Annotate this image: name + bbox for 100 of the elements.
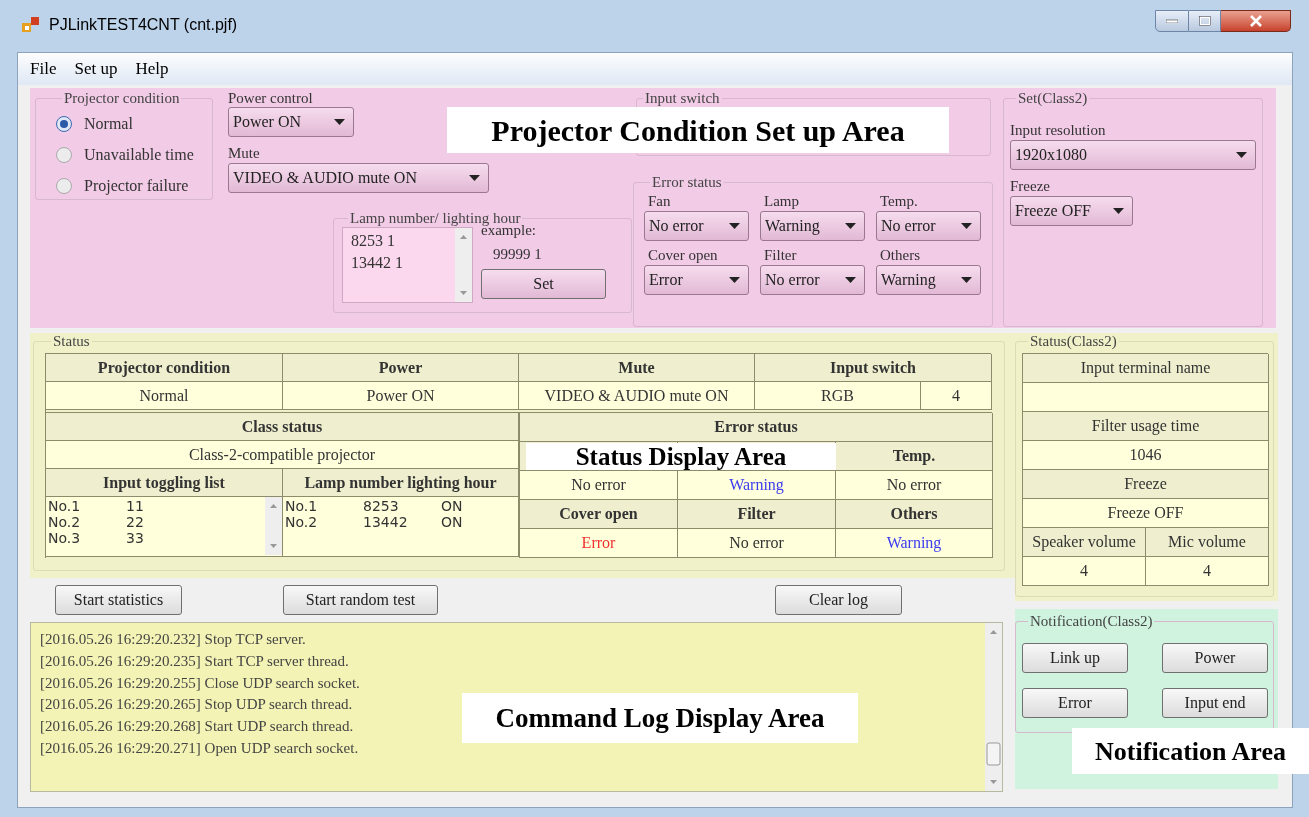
error-dropdown[interactable]: No error [644, 211, 749, 241]
text-line: 13442 1 [351, 253, 404, 273]
list-text: 33 [126, 530, 144, 546]
table-cell: VIDEO & AUDIO mute ON [519, 382, 755, 410]
action-button[interactable]: Start statistics [55, 585, 182, 615]
menu-item[interactable]: Help [131, 56, 173, 82]
lamp-text-area[interactable]: 8253 1 13442 1 [342, 227, 473, 303]
action-button[interactable]: Start random test [283, 585, 438, 615]
notification-button[interactable]: Link up [1022, 643, 1128, 673]
error-dropdown[interactable]: No error [876, 211, 981, 241]
column-header: Error status [520, 413, 993, 442]
table-cell: 4 [921, 382, 992, 410]
log-line: [2016.05.26 16:29:20.271] Open UDP search socket. [40, 739, 359, 758]
radio-button[interactable] [56, 147, 72, 163]
field-label: Lamp [764, 192, 800, 211]
field-label: Temp. [880, 192, 919, 211]
field-label: Freeze [1010, 177, 1051, 196]
column-header: Input terminal name [1023, 354, 1269, 383]
caret-icon [1236, 152, 1247, 158]
table-cell: Warning [678, 471, 836, 500]
caret-icon [845, 277, 856, 283]
error-dropdown[interactable]: Error [644, 265, 749, 295]
notification-button[interactable]: Input end [1162, 688, 1268, 718]
table-cell: No error [836, 471, 993, 500]
table-cell: Power ON [283, 382, 519, 410]
maximize-icon [1198, 16, 1211, 26]
radio-label: Unavailable time [84, 145, 194, 165]
log-area[interactable] [30, 622, 1003, 792]
window-title: PJLinkTEST4CNT (cnt.pjf) [49, 15, 238, 35]
log-line: [2016.05.26 16:29:20.232] Stop TCP server. [40, 630, 306, 649]
action-button[interactable]: Clear log [775, 585, 902, 615]
lamp-hours-list: No.1 8253 ON No.2 13442 ON [283, 497, 519, 557]
column-header: Projector condition [46, 354, 283, 382]
table-cell: 4 [1023, 557, 1146, 586]
field-label: Fan [648, 192, 672, 211]
column-header: Temp. [836, 442, 993, 471]
caret-icon [961, 223, 972, 229]
table-cell: RGB [755, 382, 921, 410]
error-dropdown[interactable]: Warning [760, 211, 865, 241]
menu-item[interactable]: Set up [70, 56, 122, 82]
list-text: No.2 [48, 514, 82, 530]
log-line: [2016.05.26 16:29:20.255] Close UDP search socket. [40, 673, 360, 693]
caret-icon [1113, 208, 1124, 214]
field-label: Power control [228, 89, 314, 107]
group-title: Status [52, 333, 91, 349]
column-header: Filter usage time [1023, 412, 1269, 441]
table-cell: 1046 [1023, 441, 1269, 470]
column-header: Power [283, 354, 519, 382]
set-button[interactable]: Set [481, 269, 606, 299]
maximize-button[interactable] [1189, 10, 1221, 32]
radio-button[interactable] [56, 178, 72, 194]
field-label: Others [880, 246, 921, 265]
column-header: Mute [519, 354, 755, 382]
list-text: 11 [126, 498, 144, 514]
error-dropdown[interactable]: No error [760, 265, 865, 295]
table-cell: Normal [46, 382, 283, 410]
radio-label: Projector failure [84, 176, 189, 197]
column-header: Filter [678, 500, 836, 529]
column-header: Others [836, 500, 993, 529]
notification-button[interactable]: Error [1022, 688, 1128, 718]
group-title: Notification(Class2) [1029, 613, 1154, 629]
radio-button[interactable] [56, 116, 72, 132]
group-title: Input switch [644, 90, 721, 106]
caret-icon [729, 277, 740, 283]
table-cell: Error [520, 529, 678, 558]
callout-label: Notification Area [1072, 728, 1309, 774]
field-label: Filter [764, 246, 798, 265]
column-header: Speaker volume [1023, 528, 1146, 557]
close-button[interactable] [1221, 10, 1291, 32]
column-header: Input switch [755, 354, 992, 382]
resolution-dropdown[interactable]: 1920x1080 [1010, 140, 1256, 170]
callout-label: Projector Condition Set up Area [447, 107, 949, 153]
field-label: Mute [228, 144, 261, 163]
log-line: [2016.05.26 16:29:20.268] Start UDP search thread. [40, 717, 354, 737]
input-toggling-list[interactable]: No.1 11 No.2 22 No.3 33 [46, 497, 283, 557]
scrollbar [265, 497, 282, 555]
caret-icon [845, 223, 856, 229]
menu-item[interactable]: File [26, 56, 61, 82]
log-line: [2016.05.26 16:29:20.235] Start TCP server thread. [40, 651, 349, 671]
mute-dropdown[interactable]: VIDEO & AUDIO mute ON [228, 163, 489, 193]
caret-icon [469, 175, 480, 181]
minimize-button[interactable] [1155, 10, 1189, 32]
error-dropdown[interactable]: Warning [876, 265, 981, 295]
column-header: Input toggling list [46, 469, 283, 497]
caret-icon [334, 119, 345, 125]
group-title: Status(Class2) [1029, 333, 1118, 349]
notification-button[interactable]: Power [1162, 643, 1268, 673]
app-icon [22, 17, 40, 33]
group-title: Error status [651, 174, 723, 190]
radio-label: Normal [84, 114, 133, 134]
log-line: [2016.05.26 16:29:20.265] Stop UDP search thread. [40, 695, 353, 715]
minimize-icon [1166, 19, 1178, 23]
column-header: Mic volume [1146, 528, 1269, 557]
list-text: No.3 [48, 530, 82, 546]
caret-icon [961, 277, 972, 283]
power-dropdown[interactable]: Power ON [228, 107, 354, 137]
group-title: Set(Class2) [1017, 90, 1089, 106]
list-text: No.1 [48, 498, 82, 514]
freeze-dropdown[interactable]: Freeze OFF [1010, 196, 1133, 226]
close-icon [1248, 15, 1263, 27]
